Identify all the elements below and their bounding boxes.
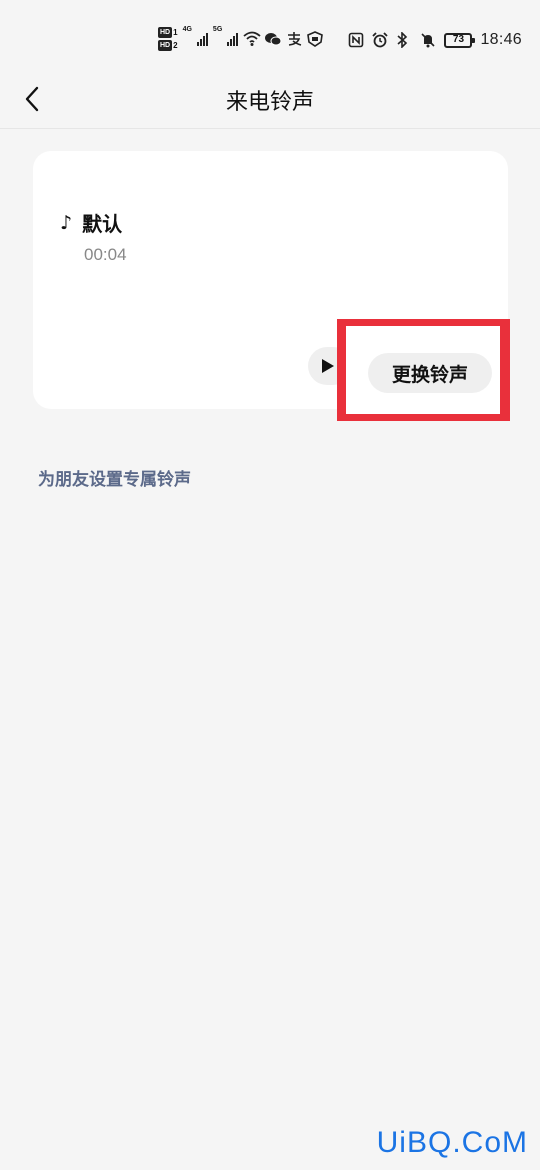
set-friend-ringtone-link[interactable]: 为朋友设置专属铃声: [38, 465, 191, 490]
status-time: 18:46: [480, 31, 522, 48]
wifi-icon: [243, 31, 261, 47]
nfc-icon: [348, 32, 364, 48]
watermark: UiBQ.CoM: [376, 1126, 528, 1159]
ringtone-duration: 00:04: [84, 245, 127, 264]
sim-hd-indicators: HD 1 HD 2: [158, 27, 178, 51]
wechat-icon: [264, 31, 282, 47]
change-ringtone-button[interactable]: 更换铃声: [368, 353, 492, 393]
status-bar: HD 1 HD 2 4G 5G 73 18:46: [0, 0, 540, 78]
signal-2-icon: [227, 32, 239, 46]
hd2-num: 2: [173, 41, 178, 50]
hd1-num: 1: [173, 28, 178, 37]
alarm-icon: [372, 32, 389, 48]
ringtone-name: 默认: [82, 212, 123, 236]
sim1-hd: HD 1: [158, 27, 178, 38]
play-icon: [322, 359, 334, 373]
bluetooth-icon: [396, 31, 412, 49]
hd1-tag: HD: [158, 27, 173, 38]
network-type-2: 5G: [212, 26, 223, 33]
signal-1-icon: [196, 32, 208, 46]
highlight-box: 更换铃声: [337, 319, 510, 421]
music-note-icon: ♪: [60, 211, 73, 234]
battery-icon: 73: [444, 32, 476, 48]
battery-level: 73: [452, 34, 465, 45]
network-type-1: 4G: [182, 26, 192, 33]
status-right: 73 18:46: [348, 27, 522, 53]
app-header: 来电铃声: [0, 70, 540, 129]
sim2-hd: HD 2: [158, 40, 178, 51]
page-title: 来电铃声: [225, 90, 314, 115]
ringtone-name-row: ♪ 默认: [60, 208, 122, 237]
mute-icon: [420, 32, 436, 48]
hd2-tag: HD: [158, 40, 173, 51]
shield-app-icon: [306, 31, 324, 47]
alipay-icon: [285, 31, 302, 47]
status-left: HD 1 HD 2 4G 5G: [158, 22, 324, 56]
